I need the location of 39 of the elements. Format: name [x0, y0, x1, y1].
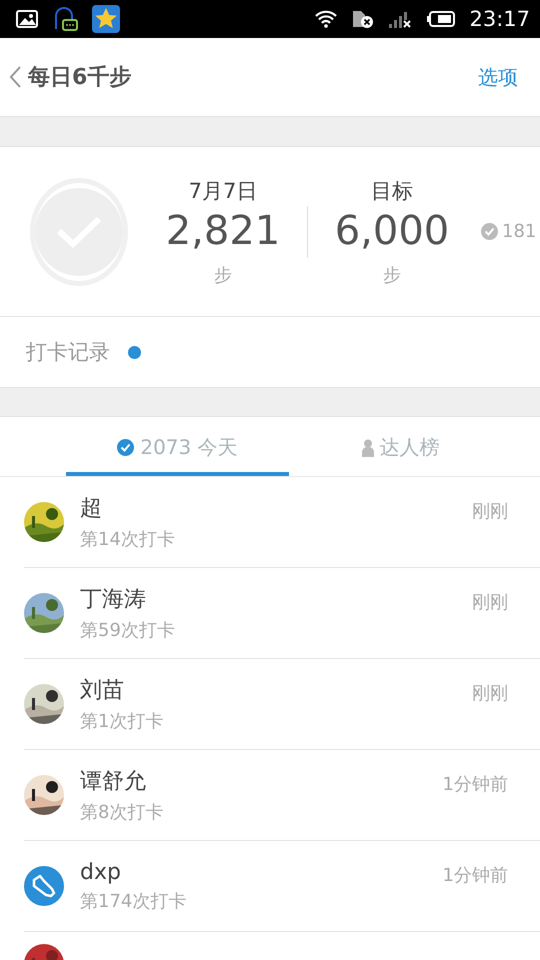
stat-label: 7月7日 — [188, 178, 258, 204]
time-ago: 刚刚 — [472, 682, 508, 705]
check-circle-icon — [117, 439, 134, 456]
checkin-count: 第59次打卡 — [80, 619, 176, 642]
image-icon — [16, 10, 38, 28]
checkin-count: 第174次打卡 — [80, 890, 188, 912]
checkin-count: 181 — [502, 221, 536, 242]
signal-icon — [389, 10, 414, 28]
tab[interactable]: 达人榜 — [289, 417, 512, 476]
clock-time: 23:17 — [469, 7, 530, 31]
star-app-icon — [92, 5, 120, 33]
shoe-icon — [24, 866, 64, 906]
battery-icon — [427, 11, 456, 27]
user-name: dxp — [80, 860, 122, 884]
time-ago: 刚刚 — [472, 500, 508, 523]
person-icon — [362, 438, 374, 456]
page-title: 每日6千步 — [28, 64, 132, 92]
checkin-count: 第14次打卡 — [80, 528, 176, 551]
time-ago: 1分钟前 — [442, 864, 508, 887]
check-badge-icon — [481, 223, 498, 240]
checkin-count: 第1次打卡 — [80, 710, 164, 733]
checkin-record-link[interactable]: 打卡记录 — [26, 338, 110, 366]
checkin-count: 第8次打卡 — [80, 801, 164, 824]
time-ago: 1分钟前 — [442, 773, 508, 796]
time-ago: 刚刚 — [472, 591, 508, 614]
step-count: 6,000 — [334, 206, 450, 256]
unit-label: 步 — [214, 264, 232, 286]
back-icon[interactable] — [8, 65, 22, 89]
user-name: 丁海涛 — [80, 586, 147, 614]
stat-label: 目标 — [371, 178, 413, 204]
user-name: 谭舒允 — [80, 768, 147, 796]
unit-label: 步 — [383, 264, 401, 286]
step-count: 2,821 — [166, 206, 280, 256]
options-button[interactable]: 选项 — [474, 60, 522, 94]
sim-card-error-icon — [351, 9, 376, 29]
user-name: 刘苗 — [80, 677, 125, 705]
chat-bubble-icon — [52, 5, 78, 33]
wifi-icon — [315, 10, 338, 28]
user-name: 超 — [80, 495, 103, 523]
